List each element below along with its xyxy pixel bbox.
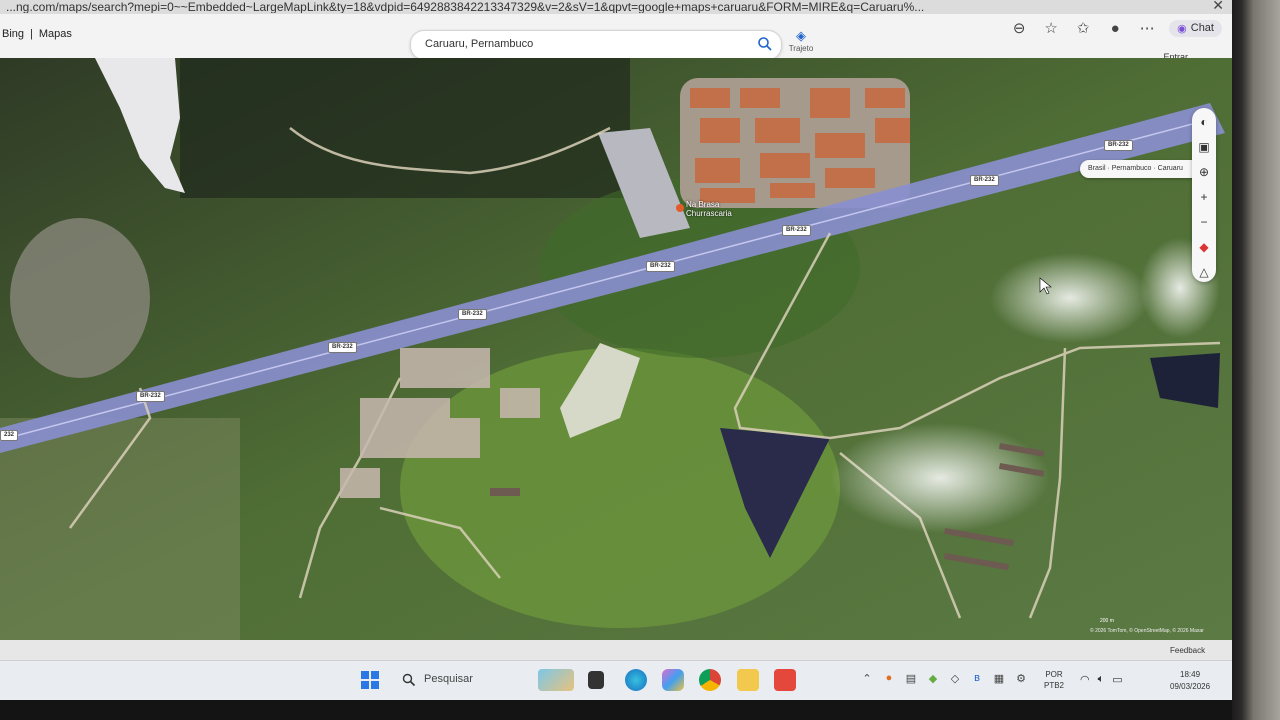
taskbar-search[interactable]: Pesquisar <box>392 667 520 693</box>
road-label: BR-232 <box>970 175 999 186</box>
bluetooth-icon[interactable]: ʙ <box>970 671 984 685</box>
zoom-out-icon[interactable]: − <box>1194 213 1214 232</box>
road-label: BR-232 <box>782 225 811 236</box>
monitor-bezel-right <box>1232 0 1280 720</box>
task-view-icon[interactable] <box>588 671 604 689</box>
close-window-button[interactable]: ✕ <box>1212 0 1224 14</box>
satellite-map[interactable]: BR-232 BR-232 BR-232 BR-232 BR-232 BR-23… <box>0 58 1232 640</box>
system-tray: ⌃ ● ▤ ◆ ◇ ʙ ▦ ⚙ <box>860 671 1028 685</box>
map-controls: ◐ ▣ ⊕ + − ◆ △ <box>1192 108 1216 282</box>
favorites-list-icon[interactable]: ✩ <box>1073 18 1093 38</box>
file-explorer-icon[interactable] <box>737 669 759 691</box>
directions-label: Trajeto <box>788 44 814 53</box>
windows-taskbar: Pesquisar ⌃ ● ▤ ◆ ◇ ʙ ▦ ⚙ POR PTB2 ◠ 🔈︎ … <box>0 660 1232 700</box>
edge-browser-icon[interactable] <box>625 669 647 691</box>
bird-eye-icon[interactable]: ▣ <box>1194 137 1214 156</box>
profile-icon[interactable]: ● <box>1105 18 1125 38</box>
app-red-icon[interactable] <box>774 669 796 691</box>
browser-toolbar: ⊖ ☆ ✩ ● ⋯ ◉ Chat <box>1009 18 1222 38</box>
language-indicator[interactable]: POR PTB2 <box>1044 669 1064 691</box>
clock-date: 09/03/2026 <box>1170 682 1211 691</box>
place-name-line1: Na Brasa <box>686 200 720 209</box>
chevron-up-icon[interactable]: ⌃ <box>860 671 874 685</box>
search-icon <box>402 673 416 687</box>
widgets-icon[interactable] <box>538 669 574 691</box>
road-label: BR-232 <box>328 342 357 353</box>
tilt-icon[interactable]: △ <box>1194 263 1214 282</box>
map-search-box[interactable] <box>410 30 782 60</box>
battery-icon: ▭ <box>1112 674 1123 686</box>
lang-line2: PTB2 <box>1044 681 1065 690</box>
road-label: BR-232 <box>1104 140 1133 151</box>
lang-line1: POR <box>1045 670 1063 679</box>
clock-time: 18:49 <box>1180 670 1201 679</box>
monitor-bezel-bottom <box>0 700 1232 720</box>
compass-icon[interactable]: ◆ <box>1194 238 1214 257</box>
windows-start-icon[interactable] <box>360 670 380 690</box>
map-search-input[interactable] <box>423 37 747 51</box>
place-name-line2: Churrascaria <box>686 209 732 218</box>
search-icon[interactable] <box>757 36 773 52</box>
browser-address-bar[interactable]: ...ng.com/maps/search?mepi=0~~Embedded~L… <box>0 0 1232 15</box>
map-imagery <box>0 58 1232 640</box>
tray-app-icon[interactable]: ● <box>882 671 896 685</box>
feedback-link[interactable]: Feedback <box>1170 646 1205 655</box>
place-pin-icon[interactable] <box>676 204 684 212</box>
road-label: 232 <box>0 430 19 441</box>
directions-button[interactable]: ◈ Trajeto <box>786 28 816 53</box>
quick-settings[interactable]: ◠ 🔈︎ ▭ <box>1080 673 1123 686</box>
copilot-icon[interactable] <box>662 669 684 691</box>
road-label: BR-232 <box>646 261 675 272</box>
nav-separator: | <box>30 28 33 40</box>
locate-me-icon[interactable]: ⊕ <box>1194 162 1214 181</box>
tray-app-icon[interactable]: ◆ <box>926 671 940 685</box>
favorite-star-icon[interactable]: ☆ <box>1041 18 1061 38</box>
bing-link[interactable]: Bing <box>2 28 24 40</box>
copilot-icon: ◉ <box>1177 22 1187 35</box>
tray-app-icon[interactable]: ▤ <box>904 671 918 685</box>
directions-icon: ◈ <box>796 28 806 43</box>
zoom-icon[interactable]: ⊖ <box>1009 18 1029 38</box>
wifi-icon: ◠ <box>1080 674 1090 686</box>
more-options-icon[interactable]: ⋯ <box>1137 18 1157 38</box>
monitor-screen: ...ng.com/maps/search?mepi=0~~Embedded~L… <box>0 0 1232 700</box>
bing-nav: Bing | Mapas <box>2 28 72 40</box>
location-breadcrumb[interactable]: Brasil · Pernambuco · Caruaru <box>1080 160 1200 178</box>
road-label: BR-232 <box>458 309 487 320</box>
taskbar-clock[interactable]: 18:49 09/03/2026 <box>1170 669 1210 693</box>
settings-icon[interactable]: ⚙ <box>1014 671 1028 685</box>
status-strip <box>0 640 1232 660</box>
chat-label: Chat <box>1190 22 1214 34</box>
zoom-in-icon[interactable]: + <box>1194 187 1214 206</box>
volume-icon: 🔈︎ <box>1097 673 1105 685</box>
copilot-chat-button[interactable]: ◉ Chat <box>1169 19 1222 37</box>
map-style-toggle-icon[interactable]: ◐ <box>1194 112 1214 131</box>
road-label: BR-232 <box>136 391 165 402</box>
chrome-icon[interactable] <box>699 669 721 691</box>
mapas-link[interactable]: Mapas <box>39 28 72 40</box>
taskbar-search-label: Pesquisar <box>424 673 473 685</box>
map-scale: 200 m <box>1100 618 1114 624</box>
place-label[interactable]: Na Brasa Churrascaria <box>686 200 732 218</box>
map-copyright: © 2026 TomTom, © OpenStreetMap, © 2026 M… <box>1090 628 1204 634</box>
tray-app-icon[interactable]: ◇ <box>948 671 962 685</box>
url-text[interactable]: ...ng.com/maps/search?mepi=0~~Embedded~L… <box>6 1 1026 13</box>
tray-app-icon[interactable]: ▦ <box>992 671 1006 685</box>
